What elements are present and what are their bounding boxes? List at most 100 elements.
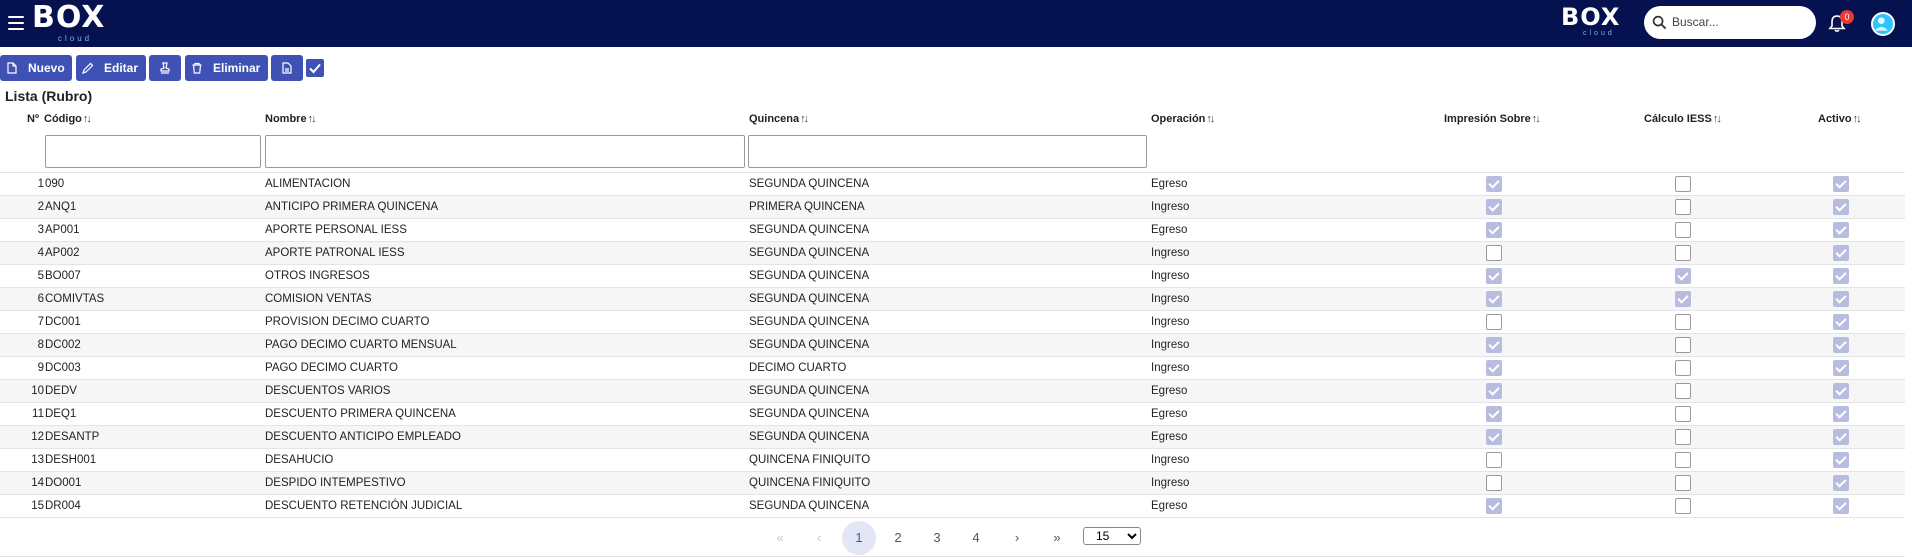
column-header-iess[interactable]: Cálculo IESS↑↓ <box>1644 113 1722 125</box>
active-checkbox[interactable] <box>1833 222 1849 238</box>
code-filter-input[interactable] <box>45 135 261 168</box>
table-row[interactable]: 3 AP001 APORTE PERSONAL IESS SEGUNDA QUINCE… <box>0 218 1905 241</box>
print-checkbox[interactable] <box>1486 475 1502 491</box>
table-row[interactable]: 5 BO007 OTROS INGRESOS SEGUNDA QUINCENA Ingr… <box>0 264 1905 287</box>
iess-checkbox[interactable] <box>1675 222 1691 238</box>
search-icon <box>1652 15 1667 30</box>
column-header-print[interactable]: Impresión Sobre↑↓ <box>1444 113 1541 125</box>
print-checkbox[interactable] <box>1486 406 1502 422</box>
active-checkbox[interactable] <box>1833 360 1849 376</box>
active-checkbox[interactable] <box>1833 176 1849 192</box>
iess-checkbox[interactable] <box>1675 199 1691 215</box>
sort-icon[interactable]: ↑↓ <box>1713 113 1722 125</box>
table-row[interactable]: 13 DESH001 DESAHUCIO QUINCENA FINIQUITO Ingr… <box>0 448 1905 471</box>
iess-checkbox[interactable] <box>1675 291 1691 307</box>
active-checkbox[interactable] <box>1833 406 1849 422</box>
print-checkbox[interactable] <box>1486 314 1502 330</box>
column-header-quincena[interactable]: Quincena↑↓ <box>749 113 809 125</box>
sort-icon[interactable]: ↑↓ <box>308 113 317 125</box>
print-checkbox[interactable] <box>1486 176 1502 192</box>
table-row[interactable]: 14 DO001 DESPIDO INTEMPESTIVO QUINCENA FINI… <box>0 471 1905 494</box>
iess-checkbox[interactable] <box>1675 245 1691 261</box>
row-name: ANTICIPO PRIMERA QUINCENA <box>265 201 439 213</box>
print-checkbox[interactable] <box>1486 337 1502 353</box>
iess-checkbox[interactable] <box>1675 475 1691 491</box>
active-checkbox[interactable] <box>1833 452 1849 468</box>
table-row[interactable]: 4 AP002 APORTE PATRONAL IESS SEGUNDA QUINCE… <box>0 241 1905 264</box>
print-checkbox[interactable] <box>1486 245 1502 261</box>
table-row[interactable]: 9 DC003 PAGO DECIMO CUARTO DECIMO CUARTO Ing… <box>0 356 1905 379</box>
print-checkbox[interactable] <box>1486 360 1502 376</box>
prev-page-button[interactable]: ‹ <box>802 521 836 555</box>
document-button[interactable] <box>271 55 303 81</box>
table-row[interactable]: 7 DC001 PROVISION DECIMO CUARTO SEGUNDA QUI… <box>0 310 1905 333</box>
row-number: 10 <box>31 385 44 397</box>
sort-icon[interactable]: ↑↓ <box>800 113 809 125</box>
print-checkbox[interactable] <box>1486 452 1502 468</box>
row-number: 13 <box>31 454 44 466</box>
iess-checkbox[interactable] <box>1675 176 1691 192</box>
active-checkbox[interactable] <box>1833 199 1849 215</box>
iess-checkbox[interactable] <box>1675 314 1691 330</box>
app-logo[interactable]: BOX cloud <box>32 0 105 44</box>
active-checkbox[interactable] <box>1833 429 1849 445</box>
column-header-code[interactable]: Código↑↓ <box>44 113 92 125</box>
table-row[interactable]: 6 COMIVTAS COMISION VENTAS SEGUNDA QUINCENA… <box>0 287 1905 310</box>
active-checkbox[interactable] <box>1833 314 1849 330</box>
iess-checkbox[interactable] <box>1675 452 1691 468</box>
active-checkbox[interactable] <box>1833 475 1849 491</box>
active-checkbox[interactable] <box>1833 337 1849 353</box>
sort-icon[interactable]: ↑↓ <box>1532 113 1541 125</box>
page-4-button[interactable]: 4 <box>959 521 993 555</box>
search-input[interactable] <box>1672 12 1808 32</box>
iess-checkbox[interactable] <box>1675 498 1691 514</box>
column-header-operation[interactable]: Operación↑↓ <box>1151 113 1215 125</box>
print-checkbox[interactable] <box>1486 268 1502 284</box>
iess-checkbox[interactable] <box>1675 268 1691 284</box>
iess-checkbox[interactable] <box>1675 337 1691 353</box>
table-row[interactable]: 8 DC002 PAGO DECIMO CUARTO MENSUAL SEGUNDA … <box>0 333 1905 356</box>
select-all-checkbox[interactable] <box>306 59 324 77</box>
active-checkbox[interactable] <box>1833 291 1849 307</box>
active-checkbox[interactable] <box>1833 383 1849 399</box>
table-row[interactable]: 2 ANQ1 ANTICIPO PRIMERA QUINCENA PRIMERA QU… <box>0 195 1905 218</box>
edit-button[interactable]: Editar <box>76 55 146 81</box>
table-row[interactable]: 11 DEQ1 DESCUENTO PRIMERA QUINCENA SEGUNDA … <box>0 402 1905 425</box>
active-checkbox[interactable] <box>1833 245 1849 261</box>
column-header-active[interactable]: Activo↑↓ <box>1818 113 1862 125</box>
print-checkbox[interactable] <box>1486 222 1502 238</box>
print-checkbox[interactable] <box>1486 291 1502 307</box>
first-page-button[interactable]: « <box>763 521 797 555</box>
delete-button[interactable]: Eliminar <box>185 55 268 81</box>
page-3-button[interactable]: 3 <box>920 521 954 555</box>
new-button[interactable]: Nuevo <box>0 55 72 81</box>
table-row[interactable]: 12 DESANTP DESCUENTO ANTICIPO EMPLEADO SEGU… <box>0 425 1905 448</box>
name-filter-input[interactable] <box>265 135 745 168</box>
print-checkbox[interactable] <box>1486 199 1502 215</box>
sort-icon[interactable]: ↑↓ <box>1206 113 1215 125</box>
menu-icon[interactable] <box>8 16 24 30</box>
table-row[interactable]: 15 DR004 DESCUENTO RETENCIÓN JUDICIAL SEGUN… <box>0 494 1905 517</box>
active-checkbox[interactable] <box>1833 498 1849 514</box>
quincena-filter-input[interactable] <box>748 135 1147 168</box>
iess-checkbox[interactable] <box>1675 383 1691 399</box>
print-checkbox[interactable] <box>1486 429 1502 445</box>
user-avatar-icon[interactable] <box>1871 12 1895 36</box>
page-1-button[interactable]: 1 <box>842 521 876 555</box>
last-page-button[interactable]: » <box>1040 521 1074 555</box>
iess-checkbox[interactable] <box>1675 406 1691 422</box>
print-checkbox[interactable] <box>1486 383 1502 399</box>
active-checkbox[interactable] <box>1833 268 1849 284</box>
iess-checkbox[interactable] <box>1675 360 1691 376</box>
sort-icon[interactable]: ↑↓ <box>1853 113 1862 125</box>
column-header-name[interactable]: Nombre↑↓ <box>265 113 317 125</box>
print-checkbox[interactable] <box>1486 498 1502 514</box>
sort-icon[interactable]: ↑↓ <box>83 113 92 125</box>
table-row[interactable]: 10 DEDV DESCUENTOS VARIOS SEGUNDA QUINCENA E… <box>0 379 1905 402</box>
stamp-button[interactable] <box>149 55 181 81</box>
per-page-select[interactable]: 15 <box>1083 527 1141 545</box>
table-row[interactable]: 1 090 ALIMENTACION SEGUNDA QUINCENA Egreso <box>0 172 1905 195</box>
iess-checkbox[interactable] <box>1675 429 1691 445</box>
page-2-button[interactable]: 2 <box>881 521 915 555</box>
next-page-button[interactable]: › <box>1000 521 1034 555</box>
